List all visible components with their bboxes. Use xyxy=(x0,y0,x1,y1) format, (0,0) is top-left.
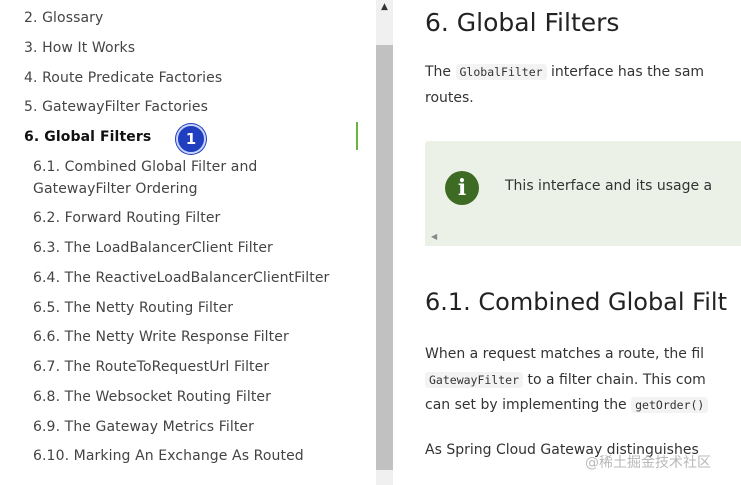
toc-item-marking-exchange-routed[interactable]: 6.10. Marking An Exchange As Routed xyxy=(33,445,304,467)
active-indicator xyxy=(356,122,358,150)
toc-item-forward-routing-filter[interactable]: 6.2. Forward Routing Filter xyxy=(33,207,220,229)
toc-sidebar: 2. Glossary 3. How It Works 4. Route Pre… xyxy=(0,0,376,485)
toc-item-websocket-routing-filter[interactable]: 6.8. The Websocket Routing Filter xyxy=(33,386,271,408)
page-title: 6. Global Filters xyxy=(425,8,620,37)
toc-item-routetorequesturl-filter[interactable]: 6.7. The RouteToRequestUrl Filter xyxy=(33,356,269,378)
intro-text-pre: The xyxy=(425,64,456,80)
section-paragraph-line1: When a request matches a route, the fil xyxy=(425,346,705,362)
toc-item-gatewayfilter-factories[interactable]: 5. GatewayFilter Factories xyxy=(24,96,208,118)
toc-item-global-filters[interactable]: 6. Global Filters xyxy=(24,126,151,148)
section-paragraph-line2: GatewayFilter to a filter chain. This co… xyxy=(425,367,706,393)
toc-item-glossary[interactable]: 2. Glossary xyxy=(24,7,103,29)
section-line2-text: to a filter chain. This com xyxy=(523,372,706,388)
toc-item-route-predicate-factories[interactable]: 4. Route Predicate Factories xyxy=(24,67,222,89)
section-line3-text: can set by implementing the xyxy=(425,397,632,413)
section-paragraph-line3: can set by implementing the getOrder() xyxy=(425,392,709,418)
section-title: 6.1. Combined Global Filt xyxy=(425,288,727,316)
toc-item-netty-routing-filter[interactable]: 6.5. The Netty Routing Filter xyxy=(33,297,233,319)
content-pane: 6. Global Filters The GlobalFilter inter… xyxy=(393,0,741,485)
annotation-badge: 1 xyxy=(176,124,206,154)
intro-paragraph: The GlobalFilter interface has the sam xyxy=(425,59,704,85)
scroll-up-arrow-icon[interactable]: ▲ xyxy=(376,0,393,16)
toc-item-gateway-metrics-filter[interactable]: 6.9. The Gateway Metrics Filter xyxy=(33,416,254,438)
info-icon: i xyxy=(445,171,479,205)
intro-paragraph-line2: routes. xyxy=(425,90,474,106)
info-admonition: i This interface and its usage a ◀ xyxy=(425,141,741,246)
toc-item-how-it-works[interactable]: 3. How It Works xyxy=(24,37,135,59)
scroll-left-arrow-icon[interactable]: ◀ xyxy=(431,232,437,241)
code-gatewayfilter: GatewayFilter xyxy=(425,372,524,388)
toc-item-netty-write-response-filter[interactable]: 6.6. The Netty Write Response Filter xyxy=(33,326,289,348)
toc-item-combined-ordering[interactable]: 6.1. Combined Global Filter and GatewayF… xyxy=(33,156,333,200)
watermark: @稀土掘金技术社区 xyxy=(585,455,711,471)
code-getorder: getOrder() xyxy=(631,397,709,413)
sidebar-scrollbar-thumb[interactable] xyxy=(376,45,393,470)
admonition-horizontal-scrollbar[interactable]: ◀ xyxy=(425,230,741,246)
intro-text-post: interface has the sam xyxy=(546,64,705,80)
toc-item-loadbalancerclient-filter[interactable]: 6.3. The LoadBalancerClient Filter xyxy=(33,237,273,259)
code-globalfilter: GlobalFilter xyxy=(455,64,547,80)
toc-item-reactive-loadbalancer-filter[interactable]: 6.4. The ReactiveLoadBalancerClientFilte… xyxy=(33,267,329,289)
admonition-text: This interface and its usage a xyxy=(505,178,713,194)
